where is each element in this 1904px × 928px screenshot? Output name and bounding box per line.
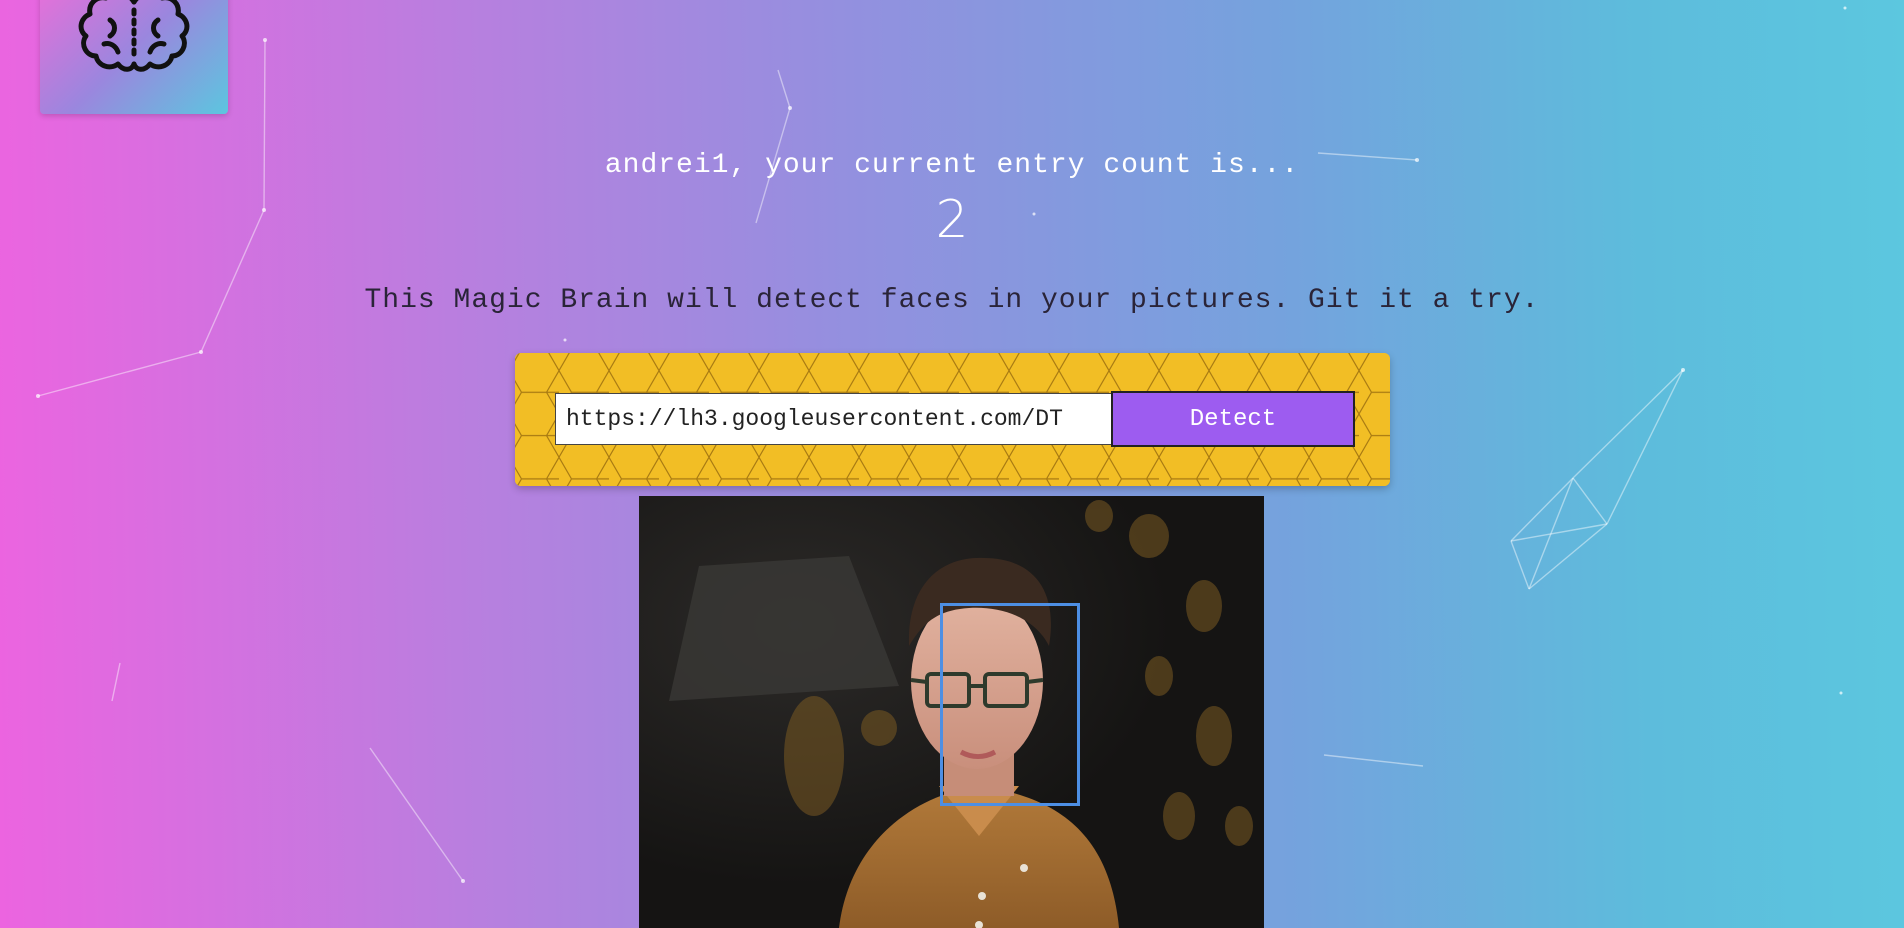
tagline: This Magic Brain will detect faces in yo… bbox=[364, 285, 1540, 316]
logo-card bbox=[40, 0, 228, 114]
image-url-form: Detect bbox=[515, 353, 1390, 486]
entry-count: 2 bbox=[935, 190, 969, 250]
detect-button[interactable]: Detect bbox=[1111, 391, 1355, 447]
image-url-input[interactable] bbox=[555, 393, 1113, 445]
brain-icon bbox=[78, 0, 190, 72]
face-bounding-box bbox=[940, 603, 1080, 806]
result-image bbox=[639, 496, 1264, 928]
greeting-text: andrei1, your current entry count is... bbox=[604, 150, 1300, 181]
